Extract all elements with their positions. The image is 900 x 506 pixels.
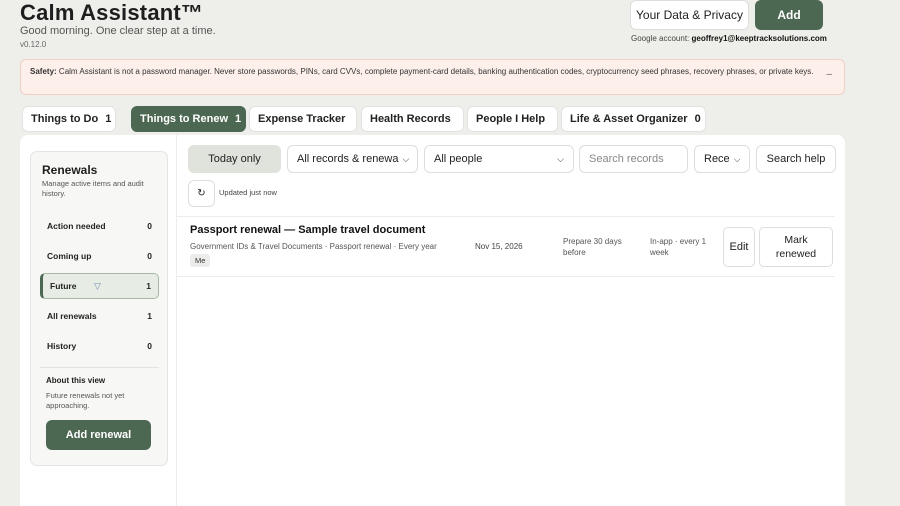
chevron-down-icon: ⌵ (402, 153, 410, 164)
tab-label: Things to Renew (140, 113, 228, 125)
search-help-button[interactable]: Search help (756, 145, 836, 173)
sort-select[interactable]: Rece ⌵ (694, 145, 750, 173)
greeting-text: Good morning. One clear step at a time. (20, 25, 216, 37)
today-only-button[interactable]: Today only (188, 145, 281, 173)
sidebar-subtitle: Manage active items and audit history. (42, 179, 144, 198)
renewals-sidebar: Renewals Manage active items and audit h… (30, 151, 168, 466)
tab-things-to-do[interactable]: Things to Do 1 (22, 106, 116, 132)
edit-button[interactable]: Edit (723, 227, 755, 267)
people-select-value: All people (434, 153, 483, 165)
record-meta: Government IDs & Travel Documents · Pass… (190, 242, 437, 251)
tab-count: 1 (105, 113, 112, 125)
record-reminder: In-app · every 1 week (650, 237, 707, 257)
sidebar-item-coming-up[interactable]: Coming up 0 (40, 243, 159, 269)
about-title: About this view (46, 376, 106, 385)
add-button[interactable]: Add (755, 0, 823, 30)
row-divider (177, 216, 835, 217)
version-label: v0.12.0 (20, 40, 47, 49)
app-title: Calm Assistant™ (20, 0, 204, 25)
sidebar-item-count: 0 (147, 341, 152, 351)
mark-renewed-button[interactable]: Mark renewed (759, 227, 833, 267)
sidebar-item-count: 0 (147, 221, 152, 231)
tab-label: Health Records (370, 113, 451, 125)
app-header: Calm Assistant™ Good morning. One clear … (20, 0, 880, 56)
sidebar-item-all-renewals[interactable]: All renewals 1 (40, 303, 159, 329)
about-text: Future renewals not yet approaching. (46, 391, 125, 410)
sidebar-title: Renewals (42, 163, 98, 177)
sidebar-item-history[interactable]: History 0 (40, 333, 159, 359)
account-email: geoffrey1@keeptracksolutions.com (691, 34, 827, 43)
safety-text: Calm Assistant is not a password manager… (58, 67, 814, 76)
sidebar-item-count: 0 (147, 251, 152, 261)
account-label: Google account: (631, 34, 690, 43)
sidebar-item-label: All renewals (47, 311, 97, 321)
records-select-value: All records & renewa (297, 153, 399, 165)
sidebar-item-label: Action needed (47, 221, 106, 231)
safety-banner: Safety: Calm Assistant is not a password… (20, 59, 845, 95)
record-prepare: Prepare 30 days before (563, 237, 622, 257)
sidebar-item-count: 1 (146, 281, 151, 291)
people-select[interactable]: All people ⌵ (424, 145, 574, 173)
chevron-down-icon: ⌵ (733, 153, 741, 164)
tab-label: Life & Asset Organizer (570, 113, 688, 125)
person-tag: Me (190, 254, 211, 267)
tab-label: People I Help (476, 113, 546, 125)
sort-select-value: Rece (704, 153, 730, 165)
sidebar-divider (40, 367, 159, 368)
sidebar-item-action-needed[interactable]: Action needed 0 (40, 213, 159, 239)
refresh-icon: ↻ (197, 188, 206, 199)
tab-health-records[interactable]: Health Records (361, 106, 464, 132)
tab-people-i-help[interactable]: People I Help (467, 106, 558, 132)
add-renewal-button[interactable]: Add renewal (46, 420, 151, 450)
chevron-down-icon: ⌵ (557, 153, 564, 164)
refresh-button[interactable]: ↻ (188, 180, 215, 207)
tab-label: Expense Tracker (258, 113, 346, 125)
updated-status: Updated just now (219, 188, 277, 197)
sidebar-item-label: Future (50, 281, 77, 291)
row-divider (177, 276, 835, 277)
sidebar-item-label: Coming up (47, 251, 92, 261)
sidebar-item-label: History (47, 341, 77, 351)
cursor-icon: ▽ (94, 281, 101, 291)
record-title[interactable]: Passport renewal — Sample travel documen… (190, 224, 425, 236)
sidebar-item-count: 1 (147, 311, 152, 321)
tab-expense-tracker[interactable]: Expense Tracker (249, 106, 357, 132)
record-date: Nov 15, 2026 (475, 242, 523, 251)
records-select[interactable]: All records & renewa ⌵ (287, 145, 418, 173)
content-divider (176, 135, 177, 506)
data-privacy-button[interactable]: Your Data & Privacy (630, 0, 749, 30)
tab-count: 0 (694, 113, 701, 125)
tab-life-asset-organizer[interactable]: Life & Asset Organizer 0 (561, 106, 706, 132)
tab-label: Things to Do (31, 113, 99, 125)
search-input[interactable]: Search records (579, 145, 688, 173)
google-account: Google account: geoffrey1@keeptracksolut… (631, 34, 827, 43)
tab-count: 1 (235, 113, 242, 125)
main-panel: Renewals Manage active items and audit h… (20, 135, 845, 506)
tab-things-to-renew[interactable]: Things to Renew 1 (131, 106, 246, 132)
safety-label: Safety: (30, 67, 57, 76)
close-icon[interactable]: – (826, 69, 832, 81)
